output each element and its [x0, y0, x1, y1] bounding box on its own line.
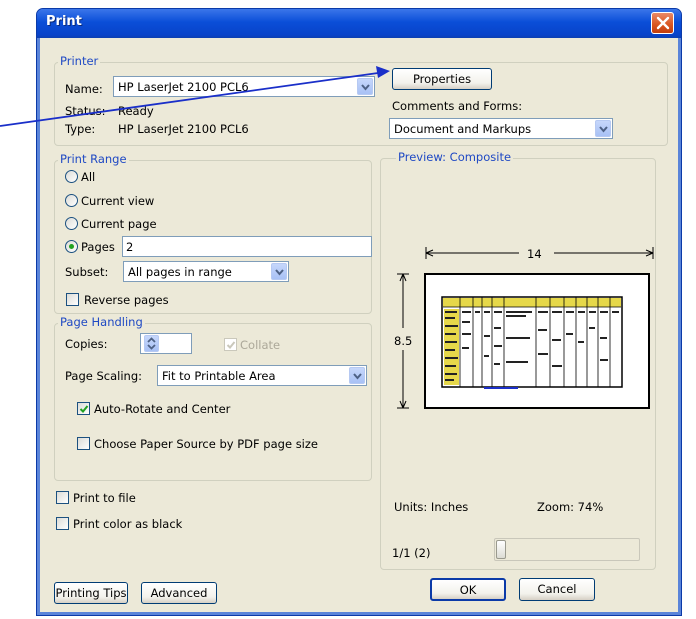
- annotation-arrow: [0, 66, 390, 127]
